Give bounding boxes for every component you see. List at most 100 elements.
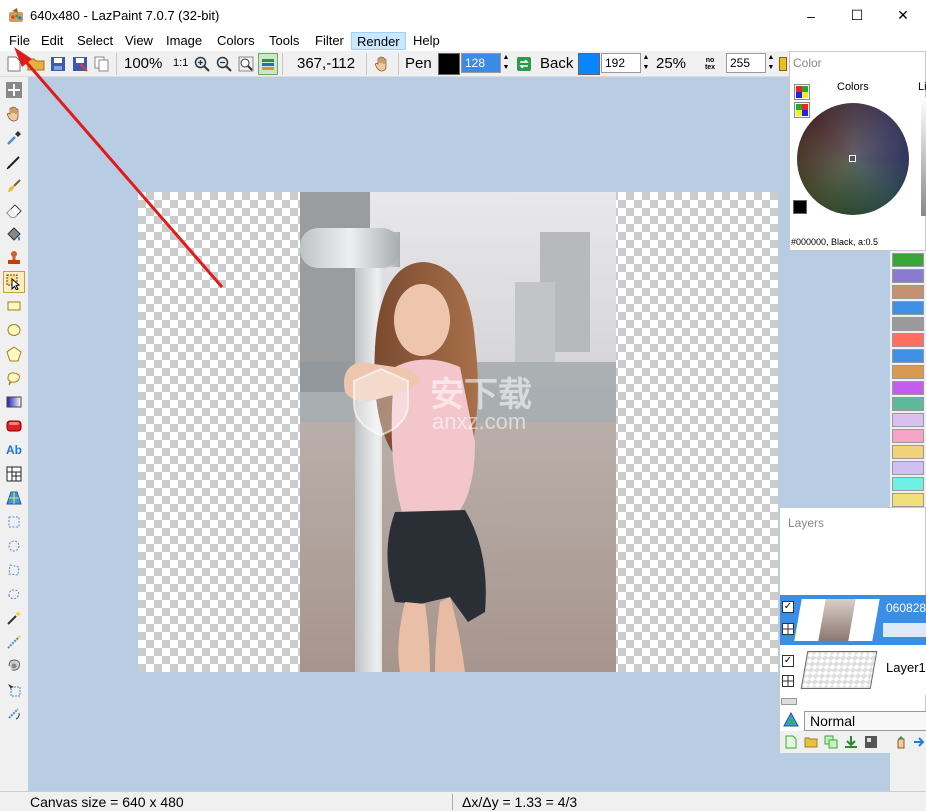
blend-mode-value: Normal bbox=[810, 713, 856, 729]
spline-icon bbox=[7, 372, 20, 386]
pen-color-swatch[interactable] bbox=[438, 53, 460, 75]
select-rect-tool[interactable] bbox=[3, 511, 25, 533]
rotate-selection-tool[interactable] bbox=[3, 703, 25, 725]
minimize-button[interactable]: – bbox=[788, 0, 834, 31]
texture-button[interactable] bbox=[778, 53, 788, 75]
menu-render[interactable]: Render bbox=[351, 32, 406, 50]
back-alpha-input[interactable]: 192 bbox=[601, 53, 641, 73]
palette-swatch[interactable] bbox=[892, 301, 924, 315]
menu-help[interactable]: Help bbox=[408, 32, 445, 50]
color-info-text: #000000, Black, a:0.5 bbox=[791, 237, 879, 247]
deformation-grid-tool[interactable] bbox=[3, 463, 25, 485]
layer-name: Layer1 bbox=[886, 660, 926, 675]
folder-icon bbox=[804, 737, 818, 748]
palette-swatch[interactable] bbox=[892, 365, 924, 379]
add-layer-button[interactable] bbox=[783, 734, 799, 750]
magic-wand-tool[interactable] bbox=[3, 607, 25, 629]
move-selection-icon bbox=[8, 684, 21, 697]
layer-visible-checkbox[interactable]: ✓ bbox=[782, 601, 794, 613]
ellipse-icon bbox=[7, 324, 21, 336]
select-lasso-tool[interactable] bbox=[3, 655, 25, 677]
layers-scroll-thumb[interactable] bbox=[781, 698, 797, 705]
select-ellipse-tool[interactable] bbox=[3, 535, 25, 557]
lightness-label: Li bbox=[918, 81, 926, 93]
palette-swatch[interactable] bbox=[892, 413, 924, 427]
perspective-tool[interactable] bbox=[3, 487, 25, 509]
ellipse-tool[interactable] bbox=[3, 319, 25, 341]
move-selection-tool[interactable] bbox=[3, 679, 25, 701]
lightness-bar[interactable] bbox=[921, 98, 926, 216]
back-label: Back bbox=[540, 55, 574, 72]
palette-swatch[interactable] bbox=[892, 493, 924, 507]
palette-swatch[interactable] bbox=[892, 333, 924, 347]
pen-alpha-input[interactable]: 128 bbox=[461, 53, 501, 73]
layer-opacity-bar[interactable] bbox=[883, 623, 926, 637]
select-spline-tool[interactable] bbox=[3, 583, 25, 605]
layer-options-button[interactable] bbox=[911, 734, 926, 750]
magic-wand-icon bbox=[7, 611, 21, 625]
layer-thumbnail bbox=[794, 599, 880, 641]
palette-swatch[interactable] bbox=[892, 285, 924, 299]
hand-icon bbox=[374, 56, 387, 72]
blend-mode-icon bbox=[783, 712, 799, 727]
back-color-fill bbox=[579, 54, 599, 74]
color-mode-button[interactable] bbox=[794, 84, 810, 100]
import-layer-button[interactable] bbox=[803, 734, 819, 750]
polygon-tool[interactable] bbox=[3, 343, 25, 365]
arrow-icon bbox=[914, 737, 925, 747]
layer-thumbnail-photo bbox=[818, 599, 856, 641]
palette-swatch[interactable] bbox=[892, 381, 924, 395]
gradient-tool[interactable] bbox=[3, 391, 25, 413]
layer-actions-bar bbox=[780, 731, 926, 753]
layer-row-selected[interactable]: ✓ 060828 bbox=[780, 595, 926, 645]
hand-tool-button[interactable] bbox=[372, 53, 392, 75]
palette-swatch[interactable] bbox=[892, 397, 924, 411]
flatten-button[interactable] bbox=[863, 734, 879, 750]
rotate-selection-icon bbox=[8, 708, 20, 720]
select-poly-tool[interactable] bbox=[3, 559, 25, 581]
palette-swatch[interactable] bbox=[892, 253, 924, 267]
duplicate-layer-button[interactable] bbox=[823, 734, 839, 750]
layer-stack-button[interactable] bbox=[258, 53, 278, 75]
palette-swatch[interactable] bbox=[892, 477, 924, 491]
aspect-ratio-status: Δx/Δy = 1.33 = 4/3 bbox=[462, 794, 578, 810]
phong-tool[interactable] bbox=[3, 415, 25, 437]
swap-colors-button[interactable] bbox=[514, 53, 534, 75]
canvas-workspace[interactable]: 安下载 anxz.com bbox=[14, 47, 890, 791]
move-layer-up-button[interactable] bbox=[893, 734, 909, 750]
watermark-shield-icon bbox=[353, 367, 409, 437]
select-pen-tool-2[interactable] bbox=[3, 631, 25, 653]
text-tool[interactable]: Ab bbox=[3, 439, 25, 461]
menu-filter[interactable]: Filter bbox=[310, 32, 349, 50]
palette-swatch[interactable] bbox=[892, 445, 924, 459]
layer-visible-checkbox[interactable]: ✓ bbox=[782, 655, 794, 667]
texture-alpha-input[interactable]: 255 bbox=[726, 53, 766, 73]
back-alpha-spinner[interactable]: ▲ ▼ bbox=[641, 53, 651, 75]
palette-swatch[interactable] bbox=[892, 269, 924, 283]
menu-tools[interactable]: Tools bbox=[264, 32, 304, 50]
palette-swatch[interactable] bbox=[892, 349, 924, 363]
layer-row[interactable]: ✓ Layer1 bbox=[780, 645, 926, 695]
pen-alpha-spinner[interactable]: ▲ ▼ bbox=[501, 53, 511, 75]
select-spline-icon bbox=[8, 589, 20, 600]
texture-alpha-spinner[interactable]: ▲ ▼ bbox=[766, 53, 776, 75]
current-color-swatch bbox=[793, 200, 807, 214]
flatten-icon bbox=[865, 736, 877, 748]
layer-blend-icon[interactable] bbox=[782, 675, 794, 687]
blend-mode-select[interactable]: Normal bbox=[804, 711, 926, 731]
color-mode-icon bbox=[796, 86, 808, 98]
opacity-value[interactable]: 25% bbox=[656, 55, 686, 72]
no-texture-button[interactable]: no tex bbox=[699, 53, 721, 75]
color-wheel[interactable] bbox=[797, 103, 909, 215]
close-button[interactable]: ✕ bbox=[880, 0, 926, 31]
color-swap-mode-button[interactable] bbox=[794, 102, 810, 118]
merge-layer-button[interactable] bbox=[843, 734, 859, 750]
back-color-swatch[interactable] bbox=[578, 53, 600, 75]
palette-swatch[interactable] bbox=[892, 317, 924, 331]
zoom-fit-icon bbox=[238, 56, 254, 72]
spline-tool[interactable] bbox=[3, 367, 25, 389]
palette-swatch[interactable] bbox=[892, 429, 924, 443]
palette-swatch[interactable] bbox=[892, 461, 924, 475]
maximize-button[interactable]: ☐ bbox=[834, 0, 880, 31]
layer-blend-icon[interactable] bbox=[782, 623, 794, 635]
